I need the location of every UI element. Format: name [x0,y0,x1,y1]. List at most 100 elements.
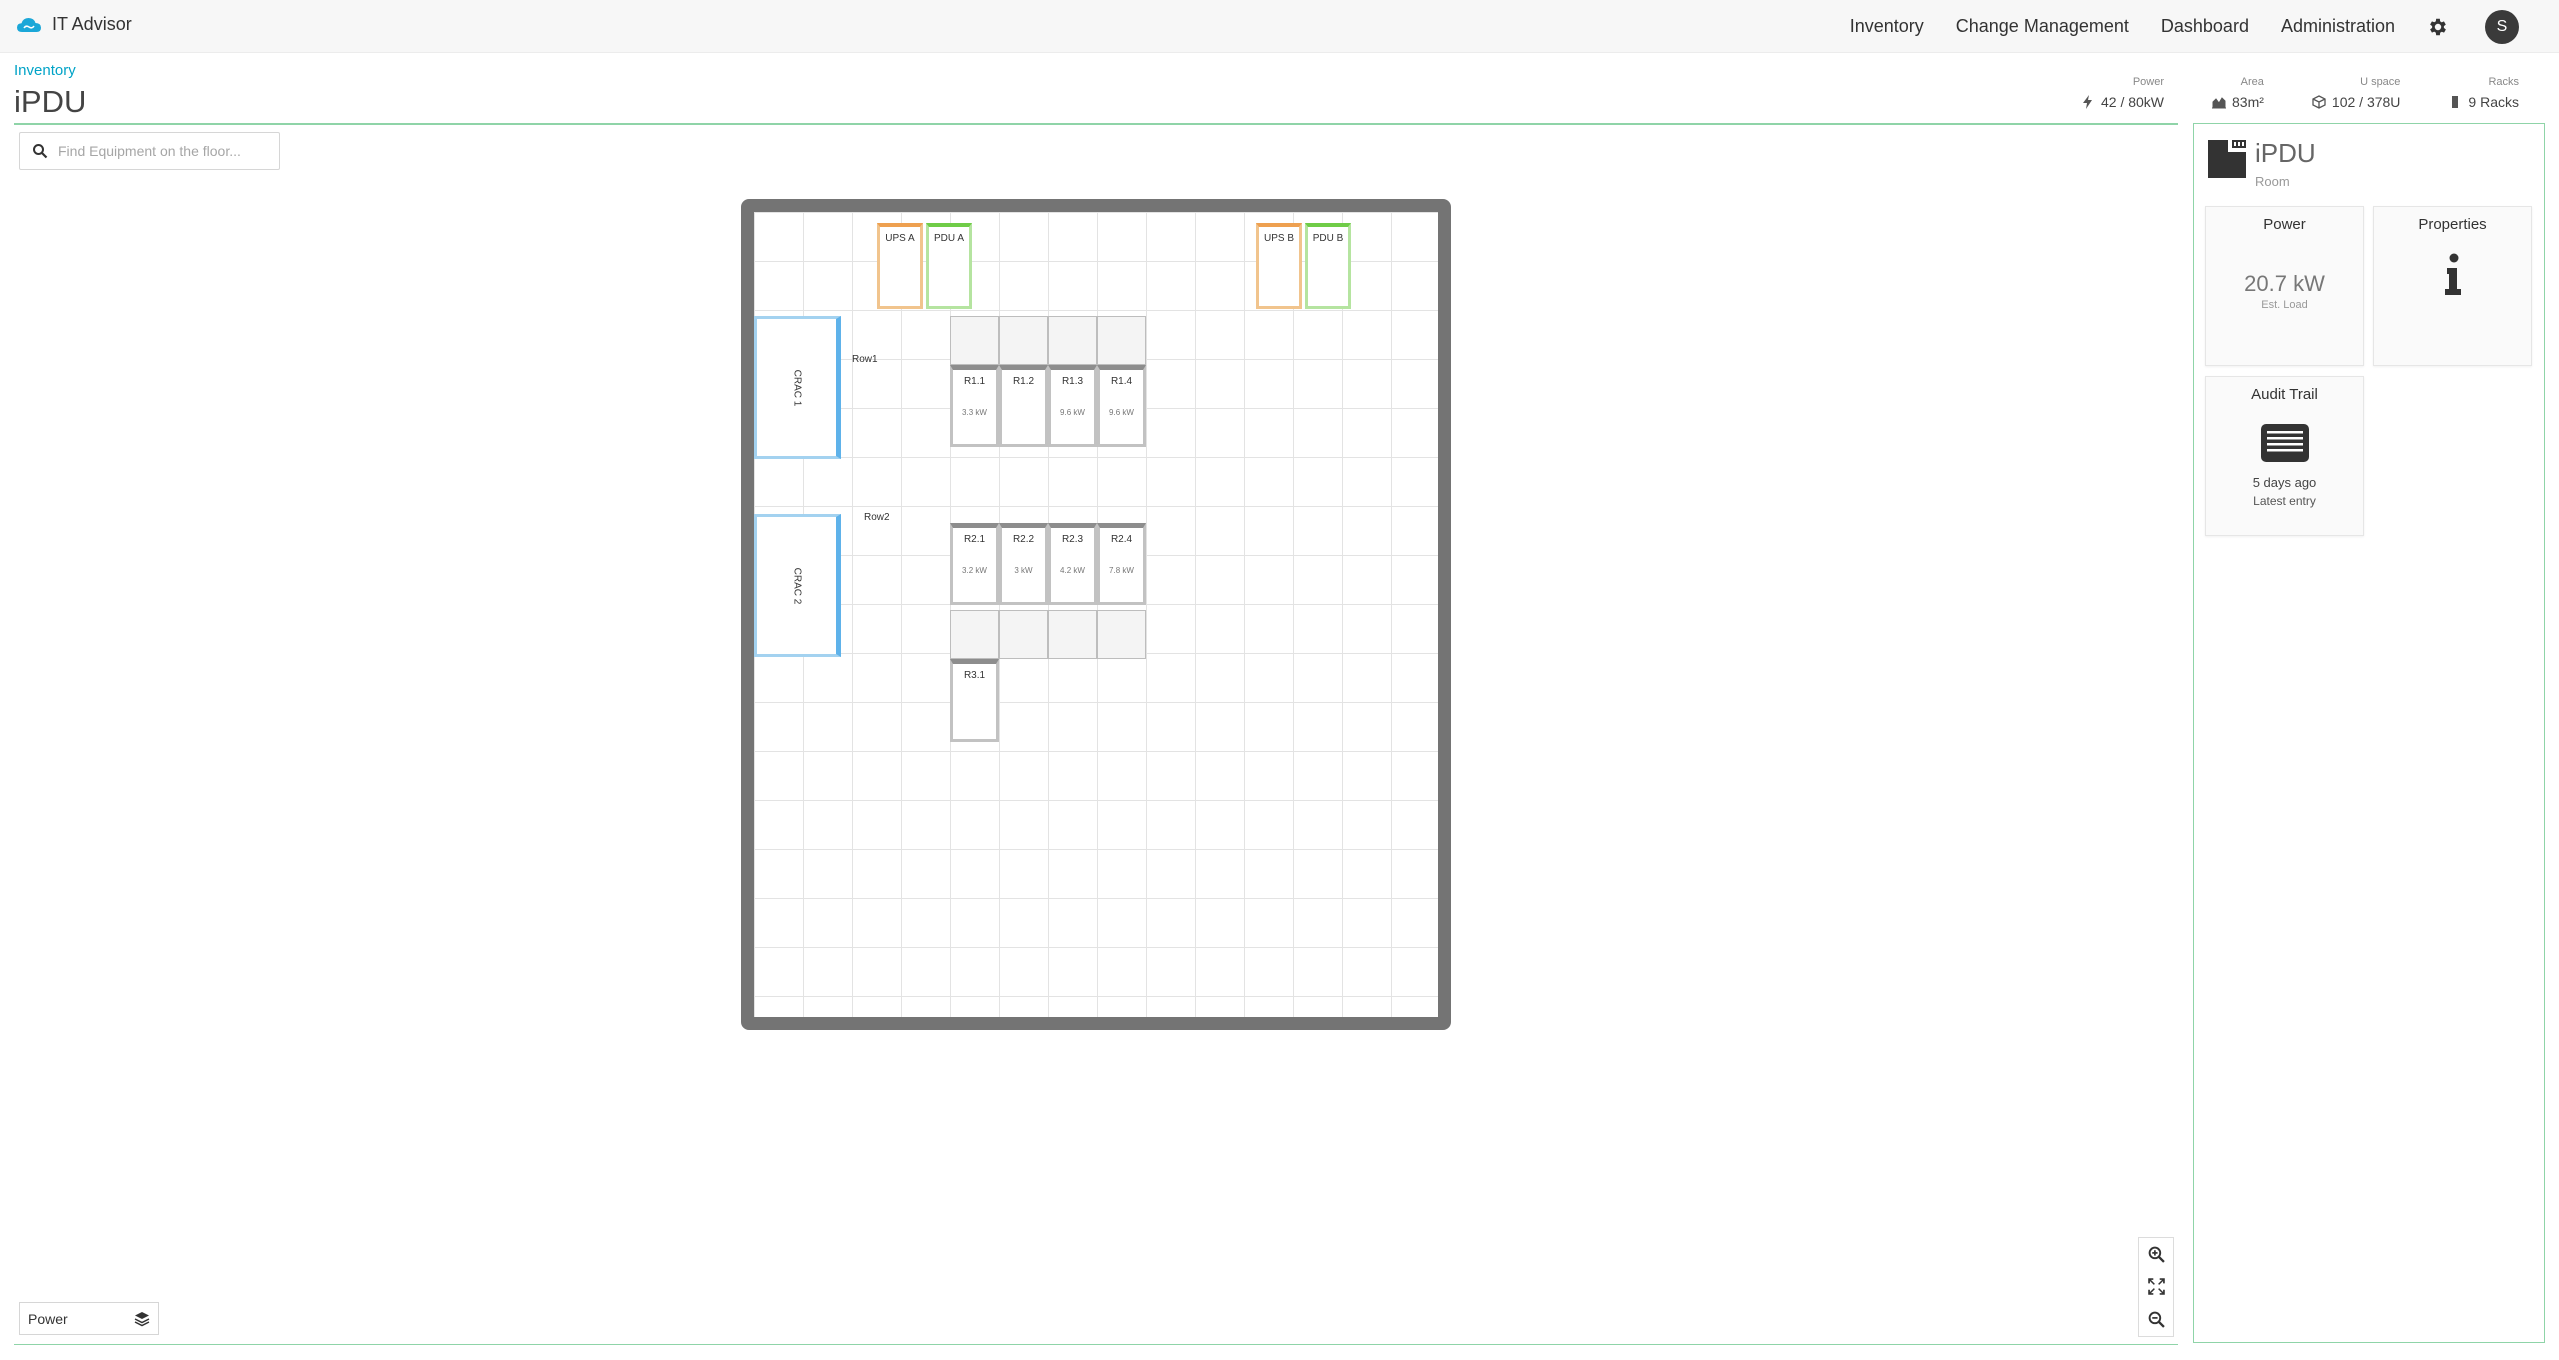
nav-administration[interactable]: Administration [2281,16,2395,37]
rack-id: R2.1 [963,534,986,545]
map-zoom-controls [2138,1237,2174,1337]
crac-2[interactable]: CRAC 2 [754,514,841,657]
crac-1[interactable]: CRAC 1 [754,316,841,459]
stat-power: Power 42 / 80kW [2081,76,2164,110]
breadcrumb-inventory[interactable]: Inventory [14,62,76,79]
panel-title: iPDU [2255,138,2316,168]
rack-power: 4.2 kW [1060,566,1085,575]
layer-select[interactable]: Power [19,1302,159,1335]
brand[interactable]: IT Advisor [16,14,132,35]
rack-icon [2452,96,2459,108]
rack-id: R2.3 [1061,534,1084,545]
properties-card[interactable]: Properties [2373,206,2532,366]
ups-b[interactable]: UPS B [1256,223,1302,309]
pdu-b[interactable]: PDU B [1305,223,1351,309]
power-card-value: 20.7 kW [2244,271,2325,296]
aisle-tile [1097,610,1146,659]
nav-dashboard[interactable]: Dashboard [2161,16,2249,37]
equipment-search[interactable] [19,132,280,170]
rack-id: R2.2 [1012,534,1035,545]
crac-2-label: CRAC 2 [791,567,802,604]
pdu-a[interactable]: PDU A [926,223,972,309]
panel-subtitle: Room [2255,174,2290,189]
row-label-row2: Row2 [864,512,890,523]
page-title: iPDU [14,84,87,119]
stat-area-value: 83m² [2232,94,2264,110]
rack-r3-1[interactable]: R3.1 [950,659,999,742]
stat-uspace-value: 102 / 378U [2331,94,2401,110]
search-icon [33,144,48,159]
power-card-title: Power [2263,216,2306,233]
rack-r2-4[interactable]: R2.4 7.8 kW [1097,523,1146,605]
nav-change-management[interactable]: Change Management [1956,16,2129,37]
aisle-tile [950,610,999,659]
rack-r2-2[interactable]: R2.2 3 kW [999,523,1048,605]
stat-uspace-label: U space [2360,76,2401,88]
stat-area: Area 83m² [2212,76,2264,110]
aisle-tile [950,316,999,365]
audit-trail-card[interactable]: Audit Trail 5 days ago Latest entry [2205,376,2364,536]
ups-b-label: UPS B [1263,233,1294,244]
rack-id: R1.1 [963,376,986,387]
zoom-out-icon[interactable] [2148,1311,2165,1328]
nav-inventory[interactable]: Inventory [1850,16,1924,37]
audit-card-caption: Latest entry [2253,494,2316,508]
rack-power: 3.3 kW [962,408,987,417]
stat-racks-label: Racks [2488,76,2519,88]
rack-r1-2[interactable]: R1.2 [999,365,1048,447]
aisle-tile [1048,610,1097,659]
power-card-caption: Est. Load [2261,299,2308,311]
gear-icon[interactable] [2427,16,2449,38]
cube-icon [2312,95,2326,109]
rack-power: 9.6 kW [1109,408,1134,417]
room-stats: Power 42 / 80kW Area 83m² U space 102 / … [2033,76,2519,110]
main-nav: Inventory Change Management Dashboard Ad… [1850,0,2559,53]
rack-r2-1[interactable]: R2.1 3.2 kW [950,523,999,605]
rack-power: 3.2 kW [962,566,987,575]
ups-a[interactable]: UPS A [877,223,923,309]
pdu-a-label: PDU A [933,233,964,244]
rack-r1-1[interactable]: R1.1 3.3 kW [950,365,999,447]
stat-racks-value: 9 Racks [2468,94,2519,110]
footer-divider [14,1344,2178,1345]
aisle-tile [1048,316,1097,365]
properties-card-title: Properties [2418,216,2487,233]
user-avatar[interactable]: S [2485,9,2519,44]
fit-to-screen-icon[interactable] [2147,1278,2165,1296]
row-label-row1: Row1 [852,354,878,365]
top-nav-bar: IT Advisor Inventory Change Management D… [0,0,2559,53]
list-icon [2260,424,2309,462]
layers-icon [134,1311,150,1326]
floor-plan-room[interactable]: UPS A PDU A UPS B PDU B CRAC 1 CRAC 2 Ro… [741,199,1451,1030]
rack-r1-3[interactable]: R1.3 9.6 kW [1048,365,1097,447]
rack-id: R1.2 [1012,376,1035,387]
rack-r1-4[interactable]: R1.4 9.6 kW [1097,365,1146,447]
stat-area-label: Area [2240,76,2264,88]
area-chart-icon [2212,97,2227,109]
rack-id: R3.1 [963,670,986,681]
stat-uspace: U space 102 / 378U [2312,76,2401,110]
search-input[interactable] [58,143,268,159]
bolt-icon [2082,95,2092,109]
crac-1-label: CRAC 1 [791,369,802,406]
details-panel: iPDU Room Power 20.7 kW Est. Load Proper… [2193,123,2545,1343]
ups-a-label: UPS A [885,233,915,244]
aisle-tile [999,610,1048,659]
stat-racks: Racks 9 Racks [2448,76,2519,110]
layer-select-value: Power [28,1310,68,1327]
rack-r2-3[interactable]: R2.3 4.2 kW [1048,523,1097,605]
rack-id: R2.4 [1110,534,1133,545]
power-card[interactable]: Power 20.7 kW Est. Load [2205,206,2364,366]
header-divider [14,123,2178,125]
rack-id: R1.3 [1061,376,1084,387]
aisle-tile [999,316,1048,365]
stat-power-label: Power [2132,76,2165,88]
rack-id: R1.4 [1110,376,1133,387]
cloud-logo-icon [17,17,41,32]
room-icon [2208,140,2246,178]
rack-power: 3 kW [1014,566,1033,575]
zoom-in-icon[interactable] [2148,1246,2165,1263]
audit-card-value: 5 days ago [2252,475,2317,490]
rack-power: 9.6 kW [1060,408,1085,417]
stat-power-value: 42 / 80kW [2100,94,2165,110]
